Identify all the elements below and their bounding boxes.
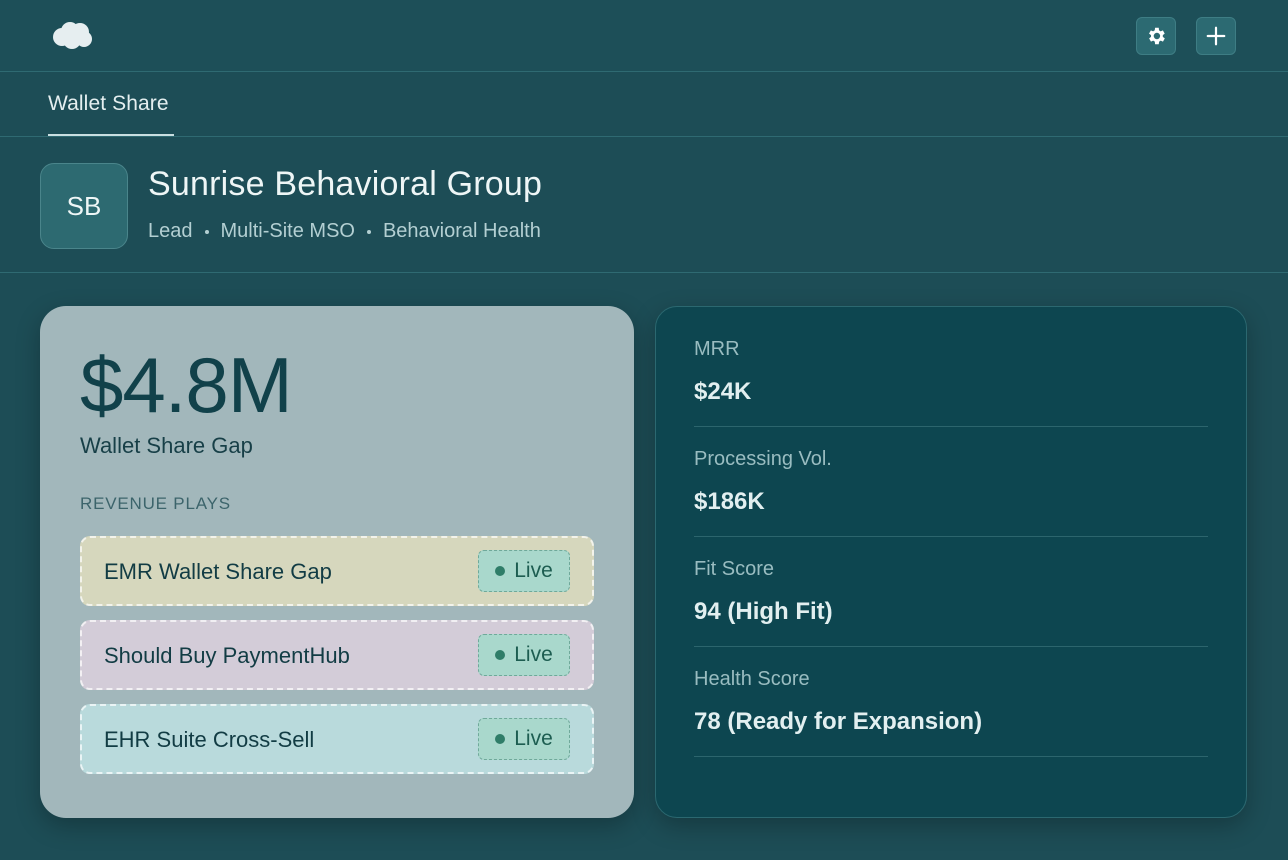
metric-value: 78 (Ready for Expansion)	[694, 708, 983, 735]
revenue-play-title: Should Buy PaymentHub	[104, 643, 350, 668]
wallet-share-gap-label: Wallet Share Gap	[80, 433, 253, 458]
status-label: Live	[514, 643, 553, 666]
status-dot-icon	[495, 566, 506, 576]
status-dot-icon	[495, 650, 506, 660]
account-stage: Lead	[148, 220, 193, 242]
metric-label: Fit Score	[694, 558, 775, 580]
account-avatar: SB	[40, 163, 128, 249]
account-meta: Lead Multi-Site MSO Behavioral Health	[148, 220, 541, 243]
metric-mrr: MRR $24K	[694, 317, 1208, 427]
revenue-play-title: EMR Wallet Share Gap	[104, 559, 332, 584]
account-header: SB Sunrise Behavioral Group Lead Multi-S…	[0, 137, 1288, 273]
status-badge: Live	[478, 718, 570, 760]
wallet-share-card: $4.8M Wallet Share Gap REVENUE PLAYS EMR…	[40, 306, 634, 818]
wallet-share-gap-value: $4.8M	[80, 341, 293, 429]
metric-fit-score: Fit Score 94 (High Fit)	[694, 537, 1208, 647]
status-badge: Live	[478, 634, 570, 676]
metric-value: $24K	[694, 378, 752, 405]
cloud-logo-icon[interactable]	[50, 20, 94, 50]
account-segment: Multi-Site MSO	[220, 220, 355, 242]
status-label: Live	[514, 559, 553, 582]
metric-processing-volume: Processing Vol. $186K	[694, 427, 1208, 537]
status-badge: Live	[478, 550, 570, 592]
metric-label: MRR	[694, 338, 740, 360]
gear-icon	[1149, 27, 1165, 45]
metric-label: Health Score	[694, 668, 810, 690]
separator-dot	[204, 229, 209, 234]
top-bar	[0, 0, 1288, 72]
metric-value: $186K	[694, 488, 765, 515]
revenue-play-title: EHR Suite Cross-Sell	[104, 727, 315, 752]
account-name: Sunrise Behavioral Group	[148, 165, 543, 203]
add-button[interactable]	[1196, 17, 1236, 55]
revenue-play-item[interactable]: EHR Suite Cross-Sell Live	[80, 704, 594, 774]
separator-dot	[366, 229, 371, 234]
status-label: Live	[514, 727, 553, 750]
revenue-plays-heading: REVENUE PLAYS	[80, 494, 231, 513]
metric-label: Processing Vol.	[694, 448, 832, 470]
metric-value: 94 (High Fit)	[694, 598, 833, 625]
settings-button[interactable]	[1136, 17, 1176, 55]
tab-wallet-share[interactable]: Wallet Share	[48, 92, 169, 137]
account-industry: Behavioral Health	[382, 220, 541, 242]
tab-bar: Wallet Share	[0, 72, 1288, 137]
status-dot-icon	[495, 734, 506, 744]
plus-icon	[1206, 26, 1226, 46]
metric-health-score: Health Score 78 (Ready for Expansion)	[694, 647, 1208, 757]
active-tab-indicator	[48, 134, 174, 136]
metrics-card: MRR $24K Processing Vol. $186K Fit Score…	[655, 306, 1247, 818]
revenue-play-item[interactable]: EMR Wallet Share Gap Live	[80, 536, 594, 606]
revenue-play-item[interactable]: Should Buy PaymentHub Live	[80, 620, 594, 690]
